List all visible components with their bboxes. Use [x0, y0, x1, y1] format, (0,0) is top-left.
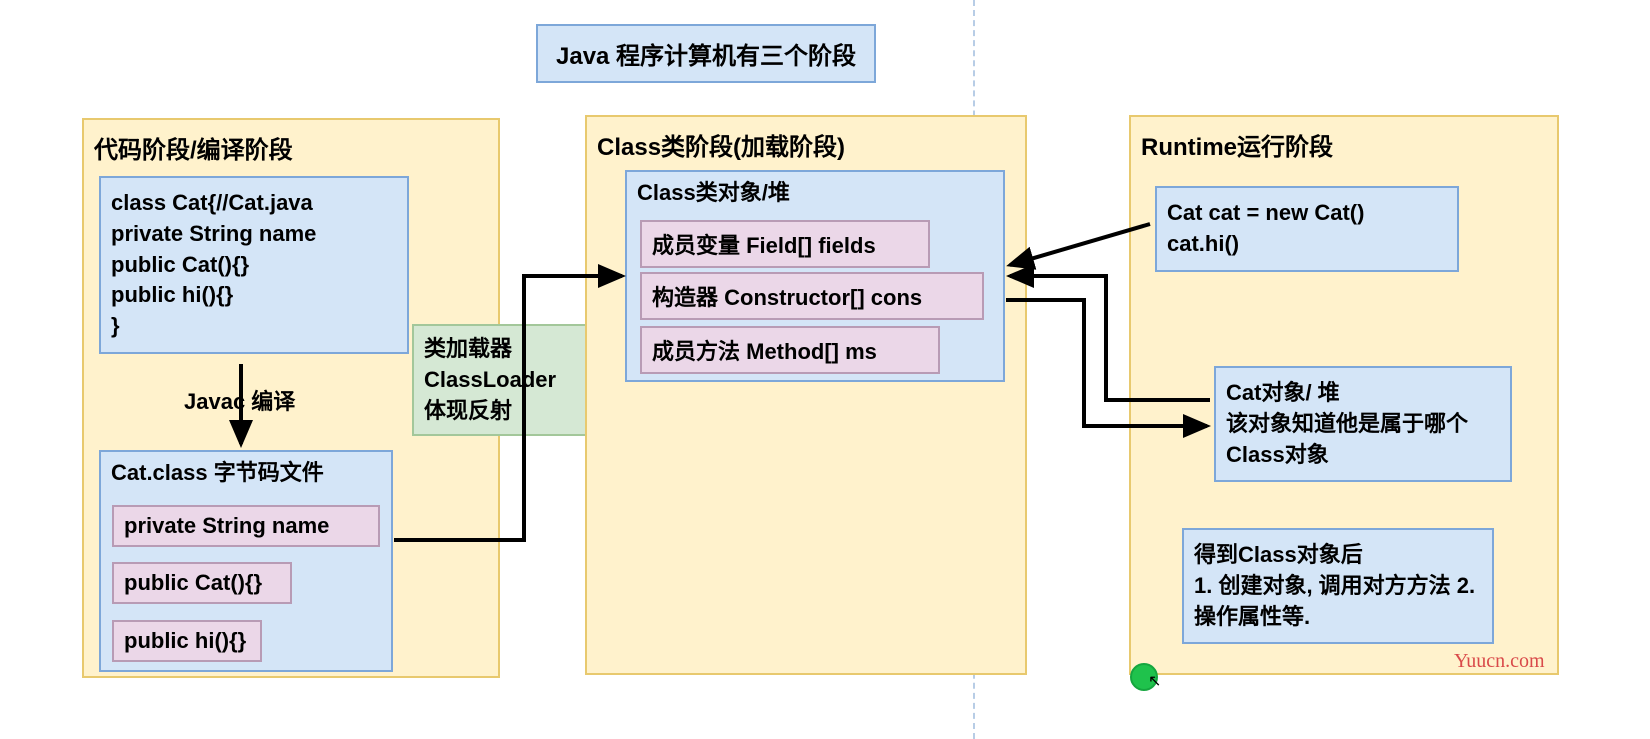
compile-label: Javac 编译: [184, 384, 295, 416]
stage-code-title: 代码阶段/编译阶段: [94, 130, 488, 165]
class-heap-title: Class类对象/堆: [637, 178, 993, 209]
cursor-pointer-icon: ↖: [1148, 671, 1161, 691]
diagram-title: Java 程序计算机有三个阶段: [536, 24, 876, 83]
cat-object-box: Cat对象/ 堆 该对象知道他是属于哪个Class对象: [1214, 366, 1512, 482]
heap-method: 成员方法 Method[] ms: [640, 326, 940, 374]
bytecode-title: Cat.class 字节码文件: [111, 458, 381, 489]
classloader-box: 类加载器 ClassLoader 体现反射: [412, 324, 598, 436]
bytecode-method: public hi(){}: [112, 620, 262, 662]
stage-class-title: Class类阶段(加载阶段): [597, 127, 1015, 162]
bytecode-constructor: public Cat(){}: [112, 562, 292, 604]
runtime-code-box: Cat cat = new Cat() cat.hi(): [1155, 186, 1459, 272]
watermark: Yuucn.com: [1454, 650, 1545, 673]
after-class-box: 得到Class对象后 1. 创建对象, 调用对方方法 2. 操作属性等.: [1182, 528, 1494, 644]
heap-field: 成员变量 Field[] fields: [640, 220, 930, 268]
source-code-box: class Cat{//Cat.java private String name…: [99, 176, 409, 354]
heap-constructor: 构造器 Constructor[] cons: [640, 272, 984, 320]
stage-runtime-title: Runtime运行阶段: [1141, 127, 1547, 162]
bytecode-field: private String name: [112, 505, 380, 547]
